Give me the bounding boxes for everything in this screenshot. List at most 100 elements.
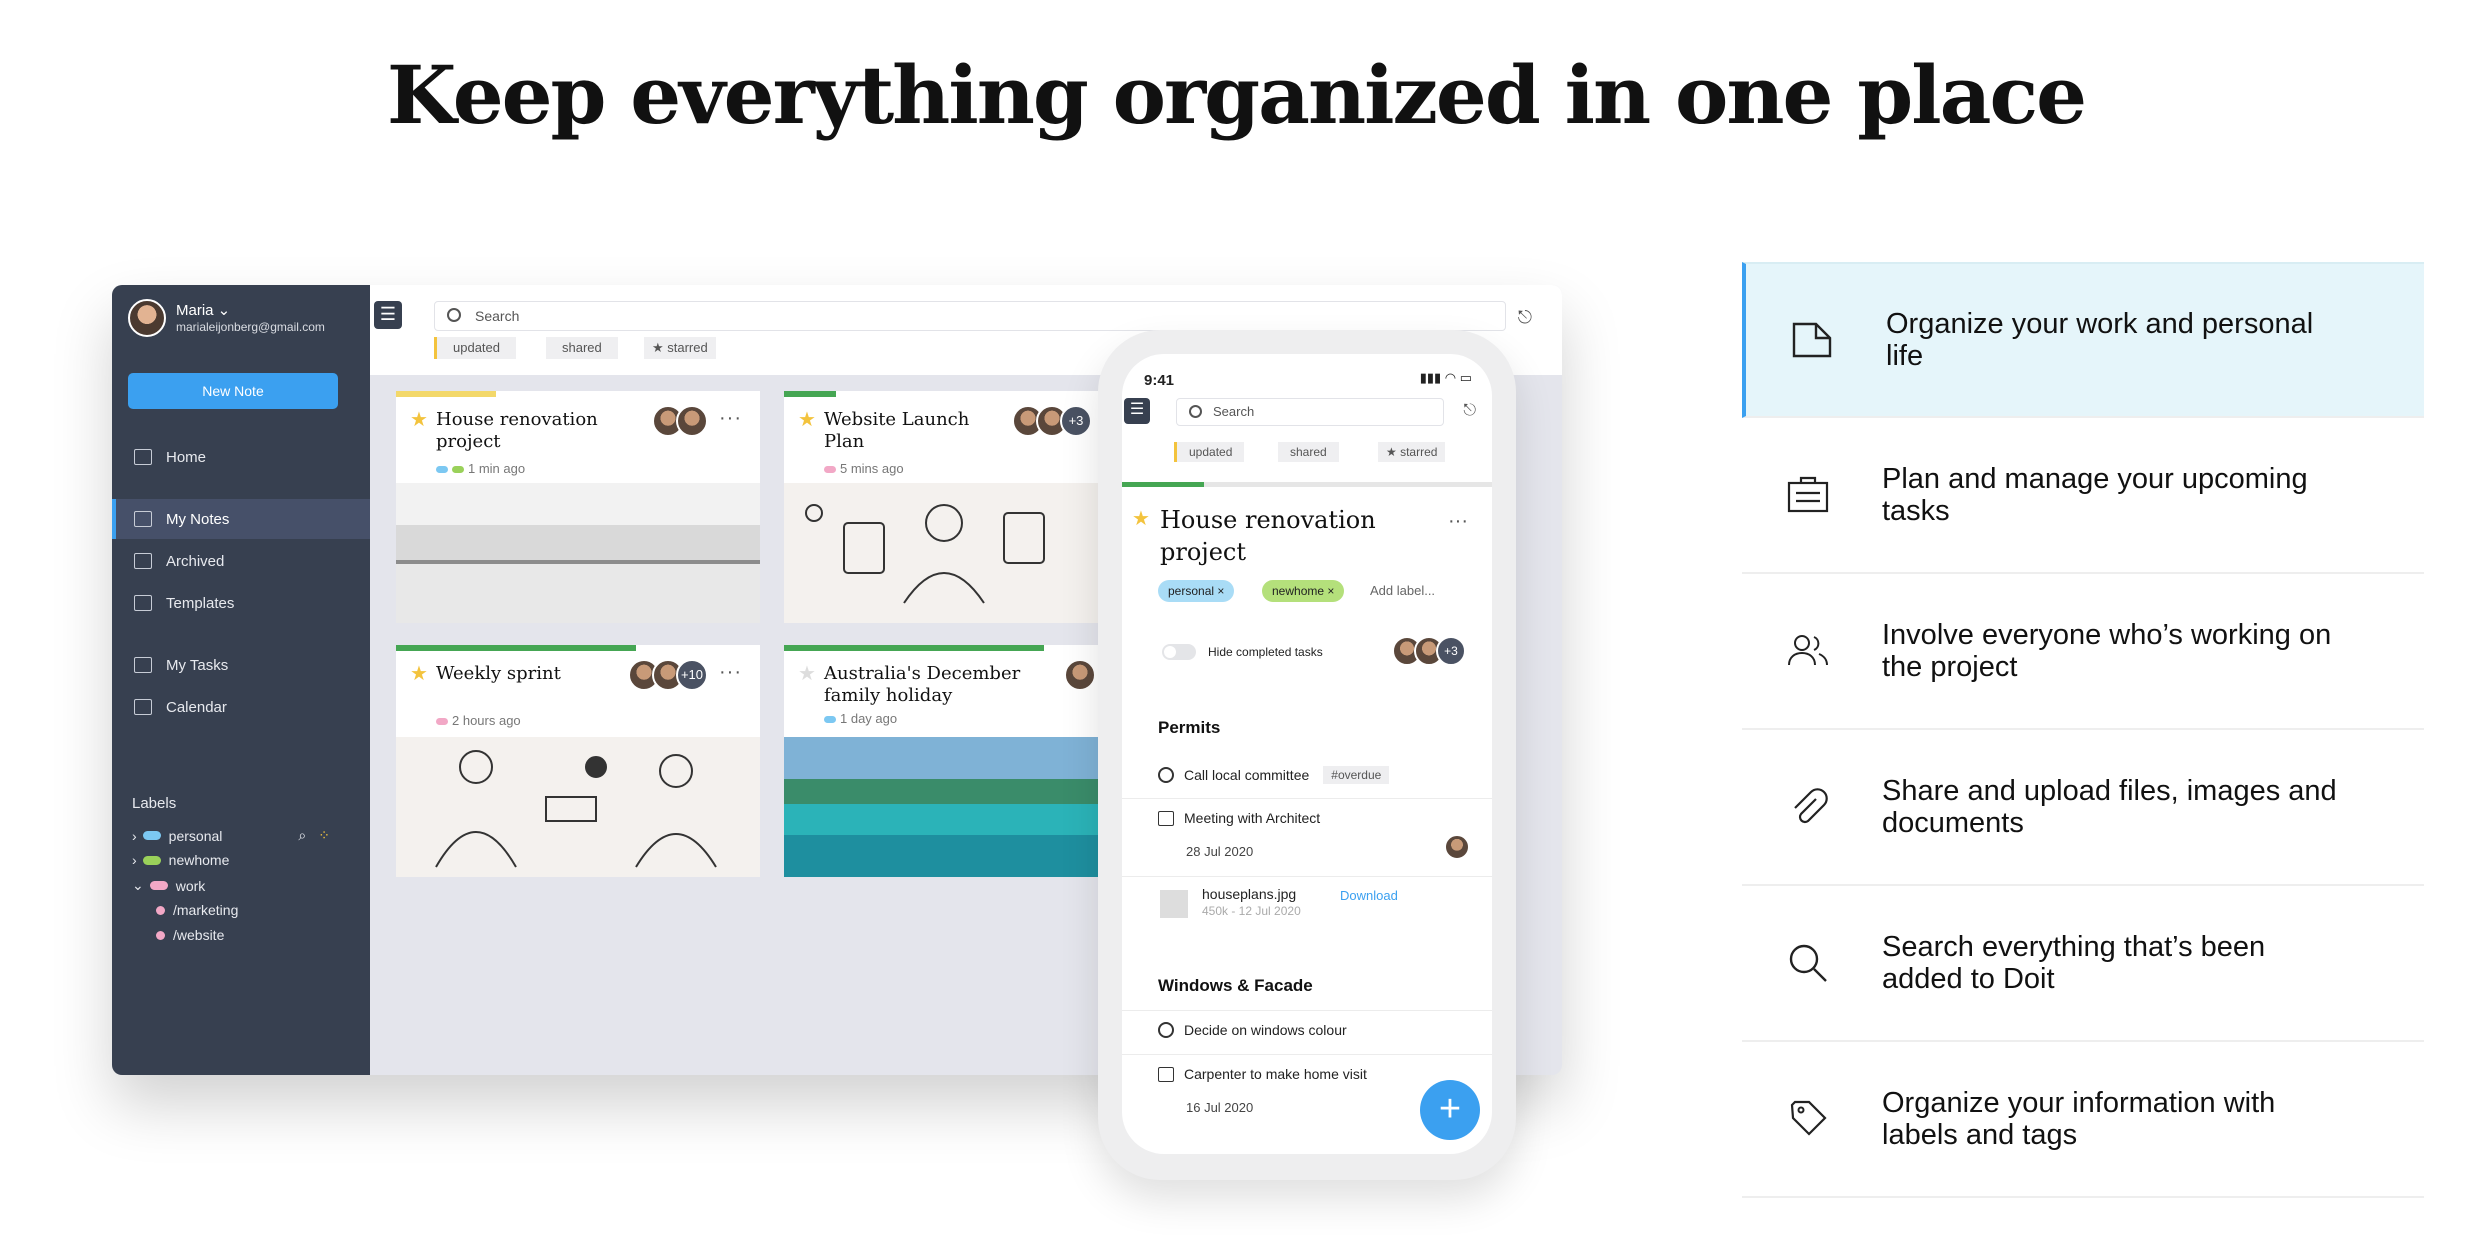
sidebar-item-calendar[interactable]: Calendar (112, 687, 370, 727)
hide-completed-toggle[interactable] (1162, 644, 1196, 660)
tag-personal[interactable]: personal × (1158, 580, 1235, 602)
label-color (142, 855, 161, 865)
task-item[interactable]: Carpenter to make home visit (1158, 1066, 1367, 1082)
phone-screen: 9:41 ▮▮▮ ◠ ▭ ☰ Search ⎋ updated shared ★… (1122, 354, 1492, 1154)
sidebar-item-label: My Notes (166, 510, 230, 528)
avatar (1064, 659, 1096, 691)
sidebar-item-my-notes[interactable]: My Notes (112, 499, 370, 539)
star-icon[interactable]: ★ (410, 407, 428, 432)
filter-starred[interactable]: ★ starred (644, 337, 716, 359)
filter-shared[interactable]: shared (1278, 442, 1339, 462)
user-profile[interactable]: Maria ⌄ marialeijonberg@gmail.com (128, 299, 325, 337)
label-marketing[interactable]: /marketing (156, 902, 238, 918)
sidebar-item-archived[interactable]: Archived (112, 541, 370, 581)
menu-icon[interactable]: ☰ (1124, 398, 1150, 424)
share-icon[interactable]: ⎋ (1463, 402, 1476, 420)
note-title: Australia's December family holiday (824, 663, 1021, 706)
checkbox-icon[interactable] (1158, 1022, 1174, 1038)
note-card[interactable]: ★ Website Launch Plan 5 mins ago +3 (784, 391, 1148, 623)
note-card[interactable]: ★ Weekly sprint 2 hours ago +10 ··· (396, 645, 760, 877)
more-icon[interactable]: ··· (719, 407, 742, 430)
progress-bar (784, 645, 1044, 651)
download-link[interactable]: Download (1340, 888, 1398, 903)
briefcase-icon (1786, 473, 1830, 517)
label-personal[interactable]: › personal ⌕ ⁘ (132, 827, 330, 844)
progress-bar (396, 645, 636, 651)
filter-updated[interactable]: updated (434, 337, 516, 359)
tag-newhome[interactable]: newhome × (1262, 580, 1345, 602)
feature-item[interactable]: Organize your work and personal life (1742, 262, 2424, 418)
note-card[interactable]: ★ Australia's December family holiday 1 … (784, 645, 1148, 877)
sidebar-item-templates[interactable]: Templates (112, 583, 370, 623)
star-icon[interactable]: ★ (1132, 506, 1150, 531)
user-email: marialeijonberg@gmail.com (176, 320, 325, 334)
note-card[interactable]: ★ House renovation project 1 min ago ··· (396, 391, 760, 623)
hide-completed-label: Hide completed tasks (1208, 645, 1323, 659)
filter-updated[interactable]: updated (1174, 442, 1245, 462)
label-work[interactable]: ⌄ work (132, 877, 205, 894)
hero-title: Keep everything organized in one place (386, 48, 2087, 142)
search-icon[interactable]: ⌕ (298, 827, 306, 844)
file-thumbnail (1160, 890, 1188, 918)
star-icon[interactable]: ★ (410, 661, 428, 686)
note-meta: 1 day ago (824, 711, 897, 726)
archive-icon (134, 553, 152, 569)
label-color (142, 831, 161, 840)
star-icon[interactable]: ★ (798, 407, 816, 432)
feature-item[interactable]: Search everything that’s been added to D… (1742, 886, 2424, 1042)
illustration-image (396, 737, 760, 877)
grid-icon[interactable]: ⁘ (318, 827, 330, 844)
search-icon (1189, 405, 1202, 418)
task-date: 28 Jul 2020 (1186, 844, 1254, 859)
new-note-button[interactable]: New Note (128, 373, 338, 409)
note-meta: 1 min ago (436, 461, 525, 476)
filter-shared[interactable]: shared (546, 337, 618, 359)
feature-item[interactable]: Organize your information with labels an… (1742, 1042, 2424, 1198)
search-input[interactable]: Search (1176, 398, 1444, 426)
paperclip-icon (1786, 785, 1830, 829)
status-time: 9:41 (1144, 372, 1175, 389)
star-icon[interactable]: ★ (798, 661, 816, 686)
note-title: House renovation project (436, 409, 598, 452)
task-item[interactable]: Decide on windows colour (1158, 1022, 1347, 1038)
tag-icon (1786, 1097, 1830, 1141)
beach-image (784, 737, 1148, 877)
filter-starred[interactable]: ★ starred (1378, 442, 1446, 462)
note-meta: 2 hours ago (436, 713, 521, 728)
more-icon[interactable]: ··· (1448, 510, 1468, 533)
avatar (128, 299, 166, 337)
menu-icon[interactable]: ☰ (374, 301, 402, 329)
feature-text: Share and upload files, images and docum… (1882, 775, 2337, 839)
progress-bar (1122, 482, 1492, 487)
avatar (676, 405, 708, 437)
notes-icon (134, 511, 152, 527)
search-icon (1786, 941, 1830, 985)
more-avatars-badge: +3 (1436, 636, 1466, 666)
label-color (149, 881, 168, 890)
progress-bar (396, 391, 496, 397)
label-newhome[interactable]: › newhome (132, 852, 229, 868)
task-item[interactable]: Call local committee #overdue (1158, 766, 1390, 784)
avatar (1444, 834, 1470, 860)
file-name[interactable]: houseplans.jpg (1202, 886, 1296, 902)
add-label-button[interactable]: Add label... (1370, 580, 1435, 602)
feature-item[interactable]: Plan and manage your upcoming tasks (1742, 418, 2424, 574)
feature-text: Involve everyone who’s working on the pr… (1882, 619, 2332, 683)
share-icon[interactable]: ⎋ (1518, 307, 1532, 328)
sidebar-item-label: Templates (166, 594, 235, 612)
label-website[interactable]: /website (156, 927, 224, 943)
feature-item[interactable]: Share and upload files, images and docum… (1742, 730, 2424, 886)
people-icon (1786, 629, 1830, 673)
sidebar-item-label: My Tasks (166, 656, 229, 674)
add-fab-button[interactable]: + (1420, 1080, 1480, 1140)
note-title: Website Launch Plan (824, 409, 970, 452)
feature-item[interactable]: Involve everyone who’s working on the pr… (1742, 574, 2424, 730)
sidebar-item-my-tasks[interactable]: My Tasks (112, 645, 370, 685)
sidebar-item-home[interactable]: Home (112, 437, 370, 477)
more-avatars-badge: +3 (1060, 405, 1092, 437)
calendar-icon (1158, 810, 1174, 826)
search-input[interactable]: Search (434, 301, 1506, 331)
more-icon[interactable]: ··· (719, 661, 742, 684)
task-item[interactable]: Meeting with Architect (1158, 810, 1320, 826)
checkbox-icon[interactable] (1158, 767, 1174, 783)
